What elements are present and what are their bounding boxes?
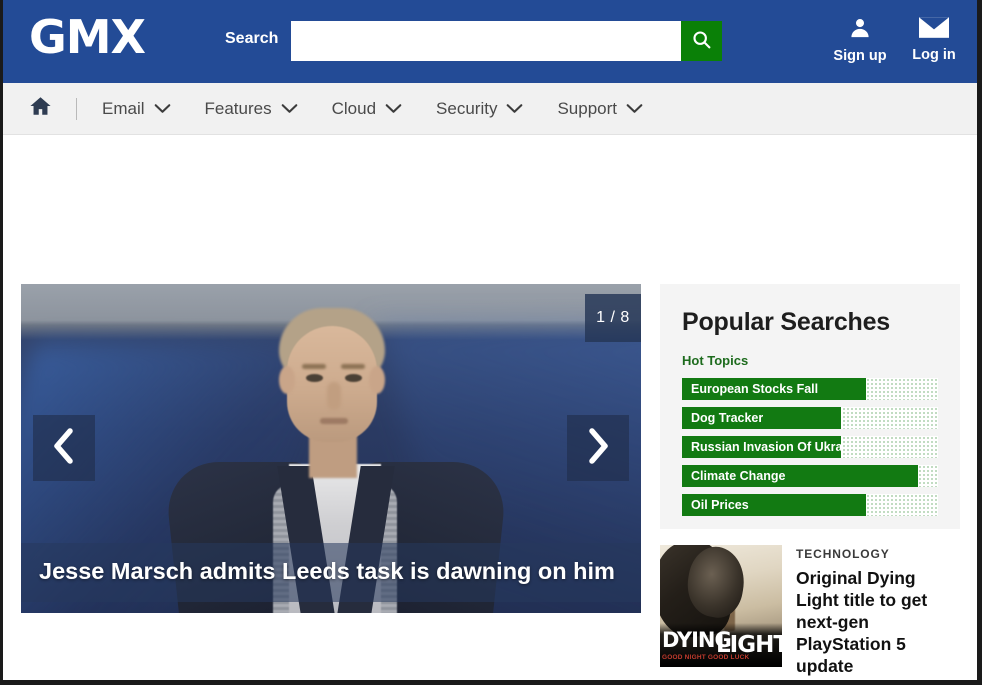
nav-item-security[interactable]: Security [419, 99, 540, 119]
hero-carousel[interactable]: 1 / 8 Jesse Marsch admits Leeds task is … [21, 284, 641, 613]
nav-item-label: Support [557, 98, 617, 118]
site-header: GMX Search Sign up Log in [3, 0, 977, 83]
nav-item-home[interactable] [29, 95, 52, 122]
list-item[interactable]: Dog Tracker [682, 407, 938, 429]
list-item[interactable]: Oil Prices [682, 494, 938, 516]
browser-page: GMX Search Sign up Log in Email Features… [0, 0, 982, 685]
hot-topics-label: Hot Topics [682, 353, 749, 368]
home-icon [29, 95, 52, 122]
chevron-down-icon [154, 99, 171, 119]
topic-bar: European Stocks Fall [682, 378, 867, 400]
search-input[interactable] [291, 21, 681, 61]
sidebar-article[interactable]: DYING LIGHT GOOD NIGHT GOOD LUCK TECHNOL… [660, 545, 960, 677]
chevron-down-icon [281, 99, 298, 119]
article-category: TECHNOLOGY [796, 547, 890, 561]
topic-label: Oil Prices [691, 498, 749, 512]
envelope-icon [919, 17, 949, 43]
topic-bar: Dog Tracker [682, 407, 841, 429]
topic-bar: Russian Invasion Of Ukra... [682, 436, 841, 458]
chevron-down-icon [506, 99, 523, 119]
chevron-down-icon [385, 99, 402, 119]
topic-bar: Climate Change [682, 465, 918, 487]
article-thumbnail: DYING LIGHT GOOD NIGHT GOOD LUCK [660, 545, 782, 667]
list-item[interactable]: Russian Invasion Of Ukra... [682, 436, 938, 458]
nav-item-label: Security [436, 98, 498, 118]
nav-item-support[interactable]: Support [540, 99, 660, 119]
topic-label: European Stocks Fall [691, 382, 819, 396]
search-icon [691, 29, 712, 53]
nav-item-email[interactable]: Email [85, 99, 188, 119]
nav-item-label: Cloud [331, 98, 377, 118]
login-label: Log in [912, 47, 956, 63]
nav-item-cloud[interactable]: Cloud [315, 99, 419, 119]
signup-label: Sign up [833, 48, 887, 64]
article-headline[interactable]: Original Dying Light title to get next-g… [796, 567, 960, 677]
carousel-counter: 1 / 8 [585, 294, 641, 342]
login-button[interactable]: Log in [903, 17, 965, 63]
search-label: Search [225, 30, 279, 47]
nav-item-features[interactable]: Features [188, 99, 315, 119]
chevron-right-icon [585, 427, 611, 470]
hot-topics-list: European Stocks Fall Dog Tracker Russian… [682, 378, 938, 516]
list-item[interactable]: Climate Change [682, 465, 938, 487]
carousel-prev-button[interactable] [33, 415, 95, 481]
list-item[interactable]: European Stocks Fall [682, 378, 938, 400]
chevron-left-icon [51, 427, 77, 470]
popular-searches-panel: Popular Searches Hot Topics European Sto… [660, 284, 960, 529]
topic-label: Climate Change [691, 469, 786, 483]
popular-searches-title: Popular Searches [682, 308, 891, 336]
carousel-next-button[interactable] [567, 415, 629, 481]
main-navigation: Email Features Cloud Security Support [3, 83, 977, 135]
topic-label: Dog Tracker [691, 411, 764, 425]
search-submit-button[interactable] [681, 21, 722, 61]
thumbnail-tagline: GOOD NIGHT GOOD LUCK [662, 654, 750, 661]
main-content: 1 / 8 Jesse Marsch admits Leeds task is … [3, 135, 977, 680]
article-text-block: TECHNOLOGY Original Dying Light title to… [796, 545, 960, 677]
hero-headline: Jesse Marsch admits Leeds task is dawnin… [21, 542, 641, 602]
signup-button[interactable]: Sign up [827, 17, 893, 64]
nav-divider [76, 97, 77, 120]
nav-item-label: Features [204, 98, 272, 118]
user-icon [849, 17, 871, 44]
topic-bar: Oil Prices [682, 494, 867, 516]
chevron-down-icon [626, 99, 643, 119]
topic-label: Russian Invasion Of Ukra... [691, 440, 841, 454]
gmx-logo[interactable]: GMX [29, 14, 146, 60]
nav-item-label: Email [102, 98, 145, 118]
